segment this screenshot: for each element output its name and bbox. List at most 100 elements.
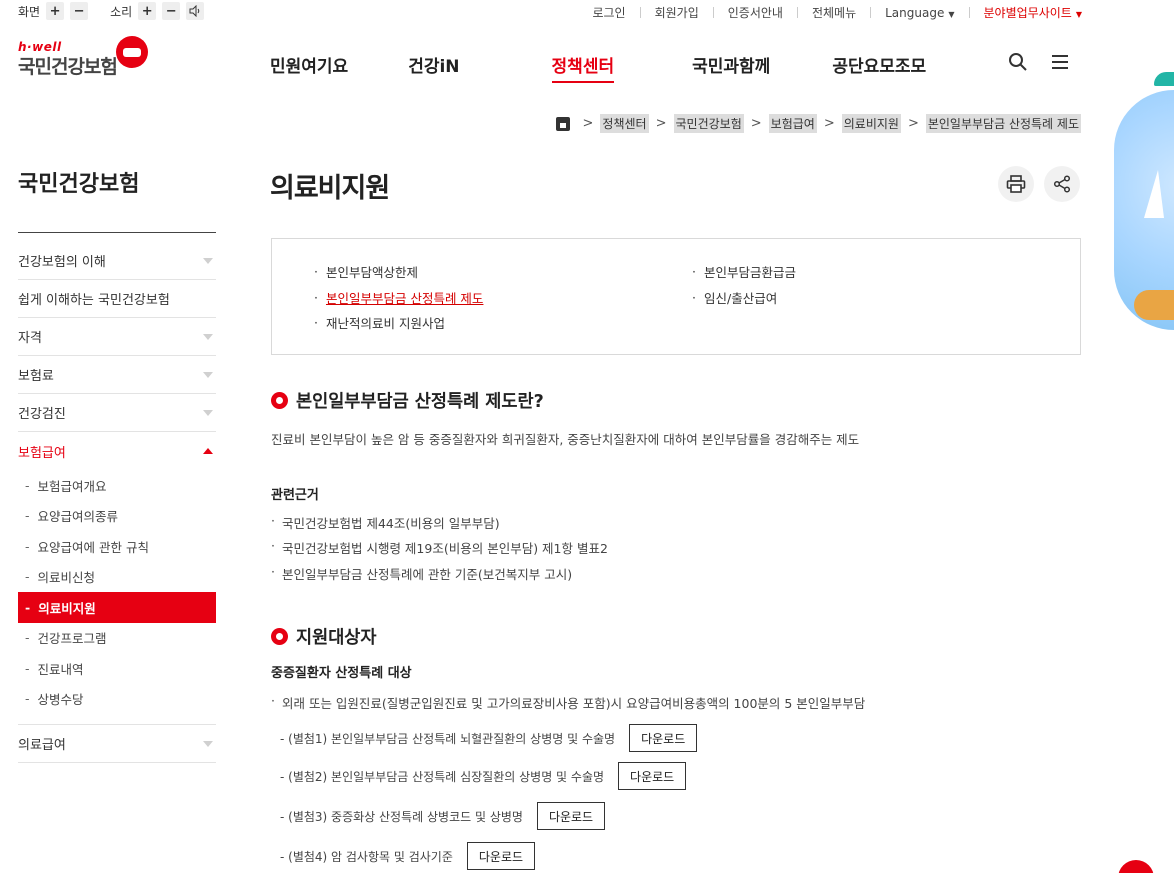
main-navigation: 민원여기요 건강iN 정책센터 국민과함께 공단요모조모 bbox=[270, 52, 926, 83]
logo-mascot-icon bbox=[116, 36, 148, 68]
certificate-link[interactable]: 인증서안내 bbox=[728, 4, 783, 21]
download-button[interactable]: 다운로드 bbox=[618, 762, 687, 790]
sound-label: 소리 bbox=[110, 4, 133, 19]
section-description: 진료비 본인부담이 높은 암 등 중증질환자와 희귀질환자, 중증난치질환자에 … bbox=[271, 432, 860, 447]
attachment-row: - (별첨2) 본인일부부담금 산정특례 심장질환의 상병명 및 수술명 다운로… bbox=[280, 762, 687, 790]
attachment-row: - (별첨1) 본인일부부담금 산정특례 뇌혈관질환의 상병명 및 수술명 다운… bbox=[280, 724, 698, 752]
section-heading: 지원대상자 bbox=[271, 624, 377, 649]
signup-link[interactable]: 회원가입 bbox=[655, 4, 699, 21]
page-title: 의료비지원 bbox=[270, 173, 390, 204]
chevron-down-icon bbox=[203, 257, 213, 264]
download-button[interactable]: 다운로드 bbox=[466, 842, 536, 870]
sidebar-subitem[interactable]: - 의료비신청 bbox=[18, 562, 216, 593]
sidebar-item-medical-aid[interactable]: 의료급여 bbox=[18, 725, 216, 763]
attachment-row: - (별첨4) 암 검사항목 및 검사기준 다운로드 bbox=[280, 842, 536, 870]
print-button[interactable] bbox=[998, 166, 1034, 202]
sidebar-item-checkup[interactable]: 건강검진 bbox=[18, 394, 216, 432]
utility-bar: 화면 + − 소리 + − 로그인 회원가입 인증서안내 전체메뉴 Langua… bbox=[0, 0, 1174, 24]
sitemap-link[interactable]: 전체메뉴 bbox=[812, 4, 856, 21]
download-button[interactable]: 다운로드 bbox=[536, 802, 606, 830]
chevron-right-icon: > bbox=[750, 116, 762, 131]
beach-illustration bbox=[1134, 290, 1174, 320]
search-icon[interactable] bbox=[1008, 52, 1028, 77]
chevron-down-icon bbox=[203, 740, 213, 747]
language-selector[interactable]: Language ▼ bbox=[885, 6, 954, 20]
breadcrumb-item[interactable]: 정책센터 bbox=[600, 114, 649, 133]
nav-about-nhis[interactable]: 공단요모조모 bbox=[832, 52, 926, 83]
sidebar-subitem[interactable]: - 보험급여개요 bbox=[18, 470, 216, 501]
breadcrumb: > 정책센터 > 국민건강보험 > 보험급여 > 의료비지원 > 본인일부부담금… bbox=[555, 114, 1081, 133]
breadcrumb-item[interactable]: 본인일부부담금 산정특례 제도 bbox=[925, 114, 1081, 133]
toc-link[interactable]: · 본인부담금환급금 bbox=[692, 259, 796, 285]
basis-item: · 국민건강보험법 제44조(비용의 일부부담) bbox=[271, 513, 500, 531]
nav-civil-service[interactable]: 민원여기요 bbox=[270, 52, 348, 83]
sidebar-subitem[interactable]: - 요양급여의종류 bbox=[18, 501, 216, 532]
chevron-down-icon bbox=[203, 409, 213, 416]
nav-with-people[interactable]: 국민과함께 bbox=[692, 52, 770, 83]
sidebar-item-eligibility[interactable]: 자격 bbox=[18, 318, 216, 356]
nav-policy-center[interactable]: 정책센터 bbox=[551, 52, 615, 83]
sidebar-subitem[interactable]: - 요양급여에 관한 규칙 bbox=[18, 531, 216, 562]
sidebar-menu: 건강보험의 이해 쉽게 이해하는 국민건강보험 자격 보험료 건강검진 보험급여… bbox=[18, 242, 216, 763]
share-button[interactable] bbox=[1044, 166, 1080, 202]
sidebar-item-benefits[interactable]: 보험급여 bbox=[18, 432, 216, 470]
nhis-logo[interactable]: h·well 국민건강보험 bbox=[18, 36, 148, 79]
sidebar-item-easy-guide[interactable]: 쉽게 이해하는 국민건강보험 bbox=[18, 280, 216, 318]
target-subheading: 중증질환자 산정특례 대상 bbox=[271, 666, 412, 681]
sidebar-subitem[interactable]: - 건강프로그램 bbox=[18, 623, 216, 654]
volume-up-button[interactable]: + bbox=[138, 2, 157, 20]
volume-down-button[interactable]: − bbox=[162, 2, 181, 20]
nav-health-in[interactable]: 건강iN bbox=[408, 52, 459, 83]
sidebar-subitem[interactable]: - 상병수당 bbox=[18, 684, 216, 715]
chevron-right-icon: > bbox=[582, 116, 594, 131]
toc-link[interactable]: · 임신/출산급여 bbox=[692, 285, 796, 311]
chevron-right-icon: > bbox=[907, 116, 919, 131]
screen-zoom-label: 화면 bbox=[18, 4, 41, 19]
toc-link-active[interactable]: · 본인일부부담금 산정특례 제도 bbox=[314, 285, 483, 311]
breadcrumb-item[interactable]: 국민건강보험 bbox=[673, 114, 744, 133]
login-link[interactable]: 로그인 bbox=[592, 4, 625, 21]
chevron-down-icon bbox=[203, 333, 213, 340]
caret-down-icon: ▼ bbox=[1075, 10, 1082, 19]
sidebar-item-premium[interactable]: 보험료 bbox=[18, 356, 216, 394]
sidebar-submenu: - 보험급여개요 - 요양급여의종류 - 요양급여에 관한 규칙 - 의료비신청 - 의료… bbox=[18, 470, 216, 725]
download-button[interactable]: 다운로드 bbox=[629, 724, 698, 752]
caret-down-icon: ▼ bbox=[948, 9, 955, 19]
toc-link[interactable]: · 본인부담액상한제 bbox=[314, 259, 483, 285]
sidebar-divider bbox=[18, 232, 216, 233]
chatbot-button[interactable] bbox=[1118, 860, 1154, 873]
location-pin-icon bbox=[271, 628, 288, 645]
logo-text: 국민건강보험 bbox=[18, 56, 118, 78]
chevron-down-icon bbox=[203, 371, 213, 378]
home-icon[interactable] bbox=[555, 116, 570, 131]
menu-icon[interactable] bbox=[1050, 52, 1070, 77]
breadcrumb-item[interactable]: 의료비지원 bbox=[841, 114, 901, 133]
utility-links: 로그인 회원가입 인증서안내 전체메뉴 Language ▼ 분야별업무사이트 ▼ bbox=[592, 4, 1082, 21]
accessibility-controls: 화면 + − 소리 + − bbox=[18, 2, 205, 20]
palm-illustration bbox=[1154, 72, 1174, 86]
printer-icon bbox=[1006, 175, 1026, 193]
sidebar-subitem[interactable]: - 진료내역 bbox=[18, 653, 216, 684]
basis-heading: 관련근거 bbox=[271, 488, 319, 503]
header-icons bbox=[1008, 52, 1070, 77]
location-pin-icon bbox=[271, 392, 288, 409]
share-icon bbox=[1053, 175, 1071, 193]
section-heading: 본인일부부담금 산정특례 제도란? bbox=[271, 388, 544, 413]
target-item: · 외래 또는 입원진료(질병군입원진료 및 고가의료장비사용 포함)시 요양급여… bbox=[271, 693, 866, 711]
chevron-right-icon: > bbox=[655, 116, 667, 131]
speaker-icon[interactable] bbox=[186, 2, 205, 20]
breadcrumb-item[interactable]: 보험급여 bbox=[768, 114, 817, 133]
zoom-out-button[interactable]: − bbox=[70, 2, 89, 20]
sidebar-item-understanding[interactable]: 건강보험의 이해 bbox=[18, 242, 216, 280]
sidebar-title: 국민건강보험 bbox=[18, 172, 140, 197]
sidebar-subitem-active[interactable]: - 의료비지원 bbox=[18, 592, 216, 623]
sailboat-illustration bbox=[1144, 170, 1164, 218]
content-toc: · 본인부담액상한제 · 본인일부부담금 산정특례 제도 · 재난적의료비 지원사업 … bbox=[271, 238, 1081, 355]
toc-link[interactable]: · 재난적의료비 지원사업 bbox=[314, 310, 483, 336]
zoom-in-button[interactable]: + bbox=[46, 2, 65, 20]
basis-item: · 본인일부부담금 산정특례에 관한 기준(보건복지부 고시) bbox=[271, 564, 573, 582]
basis-item: · 국민건강보험법 시행령 제19조(비용의 본인부담) 제1항 별표2 bbox=[271, 538, 608, 556]
business-site-selector[interactable]: 분야별업무사이트 ▼ bbox=[984, 4, 1082, 21]
chevron-right-icon: > bbox=[823, 116, 835, 131]
chevron-up-icon bbox=[203, 448, 213, 454]
